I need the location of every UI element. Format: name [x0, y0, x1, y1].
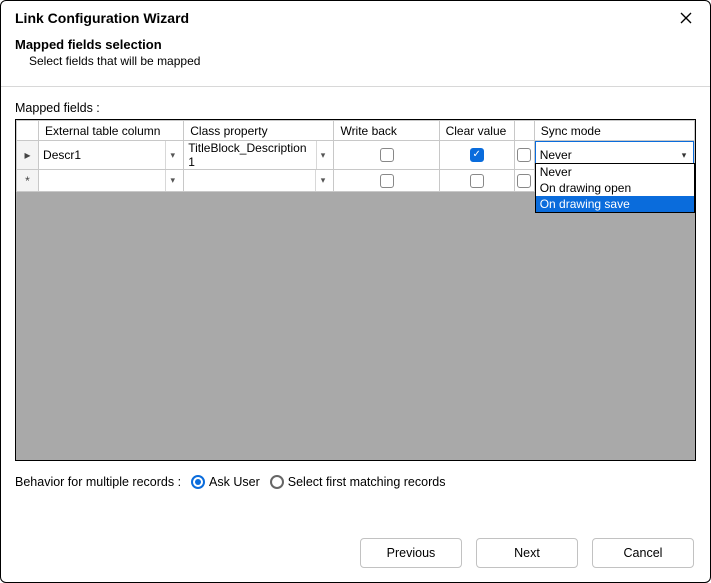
- writeback-checkbox[interactable]: [380, 148, 394, 162]
- col-header-selector: [17, 121, 39, 141]
- cell-extra[interactable]: [514, 141, 534, 170]
- previous-button[interactable]: Previous: [360, 538, 462, 568]
- behavior-label: Behavior for multiple records :: [15, 475, 181, 489]
- cell-classprop[interactable]: ▾: [184, 170, 334, 192]
- page-title: Mapped fields selection: [15, 37, 696, 52]
- external-value: Descr1: [43, 148, 81, 162]
- cell-extra[interactable]: [514, 170, 534, 192]
- radio-off-icon: [270, 475, 284, 489]
- syncmode-option-save[interactable]: On drawing save: [536, 196, 694, 212]
- window-title: Link Configuration Wizard: [15, 10, 189, 26]
- chevron-down-icon[interactable]: ▾: [315, 170, 329, 191]
- behavior-first-label: Select first matching records: [288, 475, 446, 489]
- cell-clearvalue[interactable]: [439, 170, 514, 192]
- extra-checkbox[interactable]: [517, 174, 531, 188]
- syncmode-dropdown[interactable]: Never On drawing open On drawing save: [535, 163, 695, 213]
- writeback-checkbox[interactable]: [380, 174, 394, 188]
- cell-writeback[interactable]: [334, 141, 439, 170]
- cell-external[interactable]: Descr1 ▾: [39, 141, 184, 170]
- syncmode-value: Never: [540, 148, 572, 162]
- cell-writeback[interactable]: [334, 170, 439, 192]
- syncmode-option-never[interactable]: Never: [536, 164, 694, 180]
- syncmode-option-open[interactable]: On drawing open: [536, 180, 694, 196]
- chevron-down-icon[interactable]: ▾: [165, 141, 179, 169]
- col-header-external[interactable]: External table column: [39, 121, 184, 141]
- behavior-radio-first[interactable]: Select first matching records: [270, 475, 446, 489]
- table-row[interactable]: ▸ Descr1 ▾ TitleBlock_Description 1 ▾: [17, 141, 695, 170]
- clearvalue-checkbox[interactable]: [470, 174, 484, 188]
- chevron-down-icon[interactable]: ▾: [165, 170, 179, 191]
- col-header-spacer: [514, 121, 534, 141]
- cell-classprop[interactable]: TitleBlock_Description 1 ▾: [184, 141, 334, 170]
- behavior-ask-label: Ask User: [209, 475, 260, 489]
- cell-syncmode[interactable]: Never ▾ Never On drawing open On drawing…: [534, 141, 694, 170]
- col-header-clearvalue[interactable]: Clear value: [439, 121, 514, 141]
- radio-on-icon: [191, 475, 205, 489]
- grid-caption: Mapped fields :: [15, 101, 696, 115]
- next-button[interactable]: Next: [476, 538, 578, 568]
- col-header-classprop[interactable]: Class property: [184, 121, 334, 141]
- behavior-radio-ask[interactable]: Ask User: [191, 475, 260, 489]
- col-header-syncmode[interactable]: Sync mode: [534, 121, 694, 141]
- cancel-button[interactable]: Cancel: [592, 538, 694, 568]
- cell-clearvalue[interactable]: [439, 141, 514, 170]
- col-header-writeback[interactable]: Write back: [334, 121, 439, 141]
- page-subtitle: Select fields that will be mapped: [15, 54, 696, 68]
- extra-checkbox[interactable]: [517, 148, 531, 162]
- mapped-fields-grid[interactable]: External table column Class property Wri…: [15, 119, 696, 461]
- clearvalue-checkbox[interactable]: [470, 148, 484, 162]
- close-icon: [680, 12, 692, 24]
- close-button[interactable]: [672, 7, 700, 29]
- chevron-down-icon[interactable]: ▾: [316, 141, 330, 169]
- classprop-value: TitleBlock_Description 1: [188, 141, 315, 169]
- cell-external[interactable]: ▾: [39, 170, 184, 192]
- row-marker: *: [17, 170, 39, 192]
- row-marker: ▸: [17, 141, 39, 170]
